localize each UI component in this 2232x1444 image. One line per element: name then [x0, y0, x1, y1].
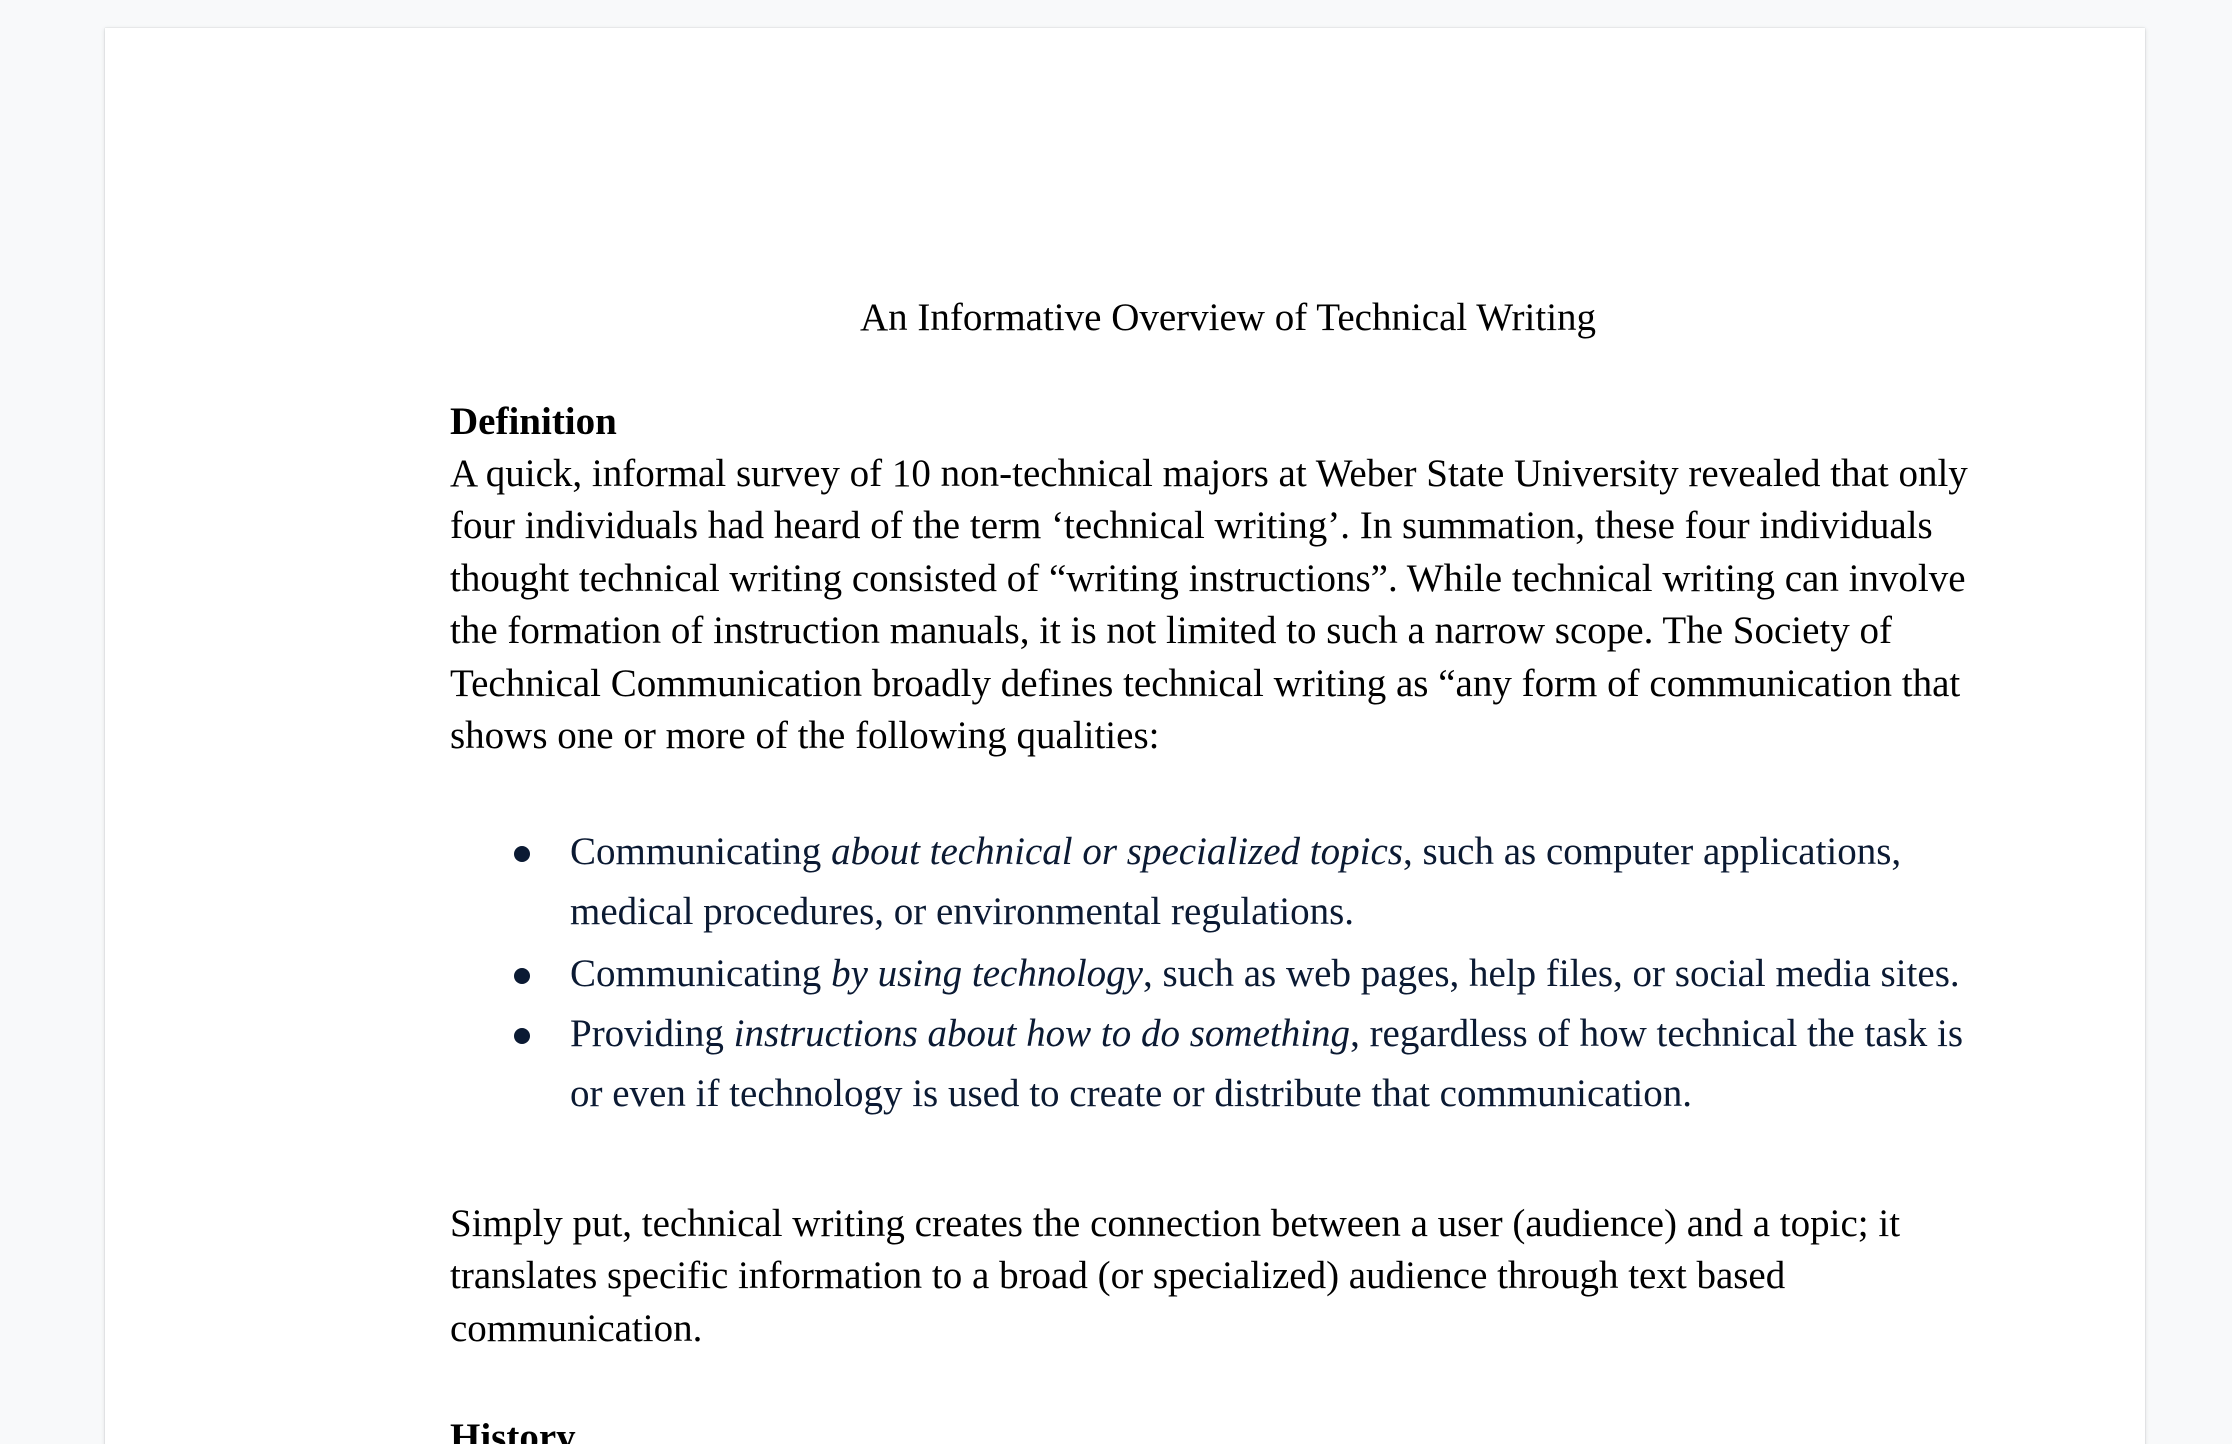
list-item-text: Providing — [570, 1012, 734, 1055]
bullet-icon — [514, 846, 530, 862]
paragraph-line: four individuals had heard of the term ‘… — [450, 504, 1933, 548]
list-item-text: , such as web pages, help files, or soci… — [1143, 952, 1960, 995]
paragraph-line: A quick, informal survey of 10 non-techn… — [450, 452, 1968, 495]
definition-paragraph: A quick, informal survey of 10 non-techn… — [450, 448, 2010, 762]
list-item-text: Communicating — [570, 830, 832, 873]
list-item-line: medical procedures, or environmental reg… — [570, 890, 1355, 933]
list-item-emphasis: instructions about how to do something — [733, 1012, 1351, 1055]
list-item-text: , such as computer applications, — [1402, 830, 1902, 873]
document-page[interactable]: An Informative Overview of Technical Wri… — [105, 28, 2145, 1444]
paragraph-line: shows one or more of the following quali… — [450, 714, 1160, 758]
paragraph-line: thought technical writing consisted of “… — [450, 556, 1966, 600]
list-item-text: Communicating — [570, 952, 832, 995]
list-item-line: Providing instructions about how to do s… — [570, 1004, 2030, 1064]
list-item-line: Communicating about technical or special… — [570, 822, 2030, 882]
list-item-emphasis: about technical or specialized topics — [831, 830, 1403, 873]
list-item-emphasis: by using technology — [831, 952, 1143, 995]
document-viewport[interactable]: An Informative Overview of Technical Wri… — [0, 0, 2232, 1444]
summary-paragraph: Simply put, technical writing creates th… — [450, 1198, 2010, 1355]
list-item-text: , regardless of how technical the task i… — [1350, 1012, 1964, 1055]
paragraph-line: the formation of instruction manuals, it… — [450, 609, 1892, 653]
definition-heading: Definition — [450, 400, 617, 443]
paragraph-line: Simply put, technical writing creates th… — [450, 1202, 1901, 1245]
paragraph-line: translates specific information to a bro… — [450, 1254, 1786, 1298]
bullet-icon — [514, 1028, 530, 1044]
list-item: Communicating by using technology, such … — [450, 944, 2030, 1004]
paragraph-line: communication. — [450, 1306, 703, 1350]
bullet-icon — [514, 968, 530, 984]
list-item: Providing instructions about how to do s… — [450, 1004, 2030, 1124]
list-item: Communicating about technical or special… — [450, 822, 2030, 944]
document-title: An Informative Overview of Technical Wri… — [859, 296, 1597, 339]
paragraph-line: Technical Communication broadly defines … — [450, 661, 1961, 705]
qualities-list: Communicating about technical or special… — [450, 822, 2030, 1124]
list-item-line: Communicating by using technology, such … — [570, 944, 2030, 1004]
history-heading: History — [450, 1416, 576, 1444]
list-item-line: or even if technology is used to create … — [570, 1072, 1693, 1115]
